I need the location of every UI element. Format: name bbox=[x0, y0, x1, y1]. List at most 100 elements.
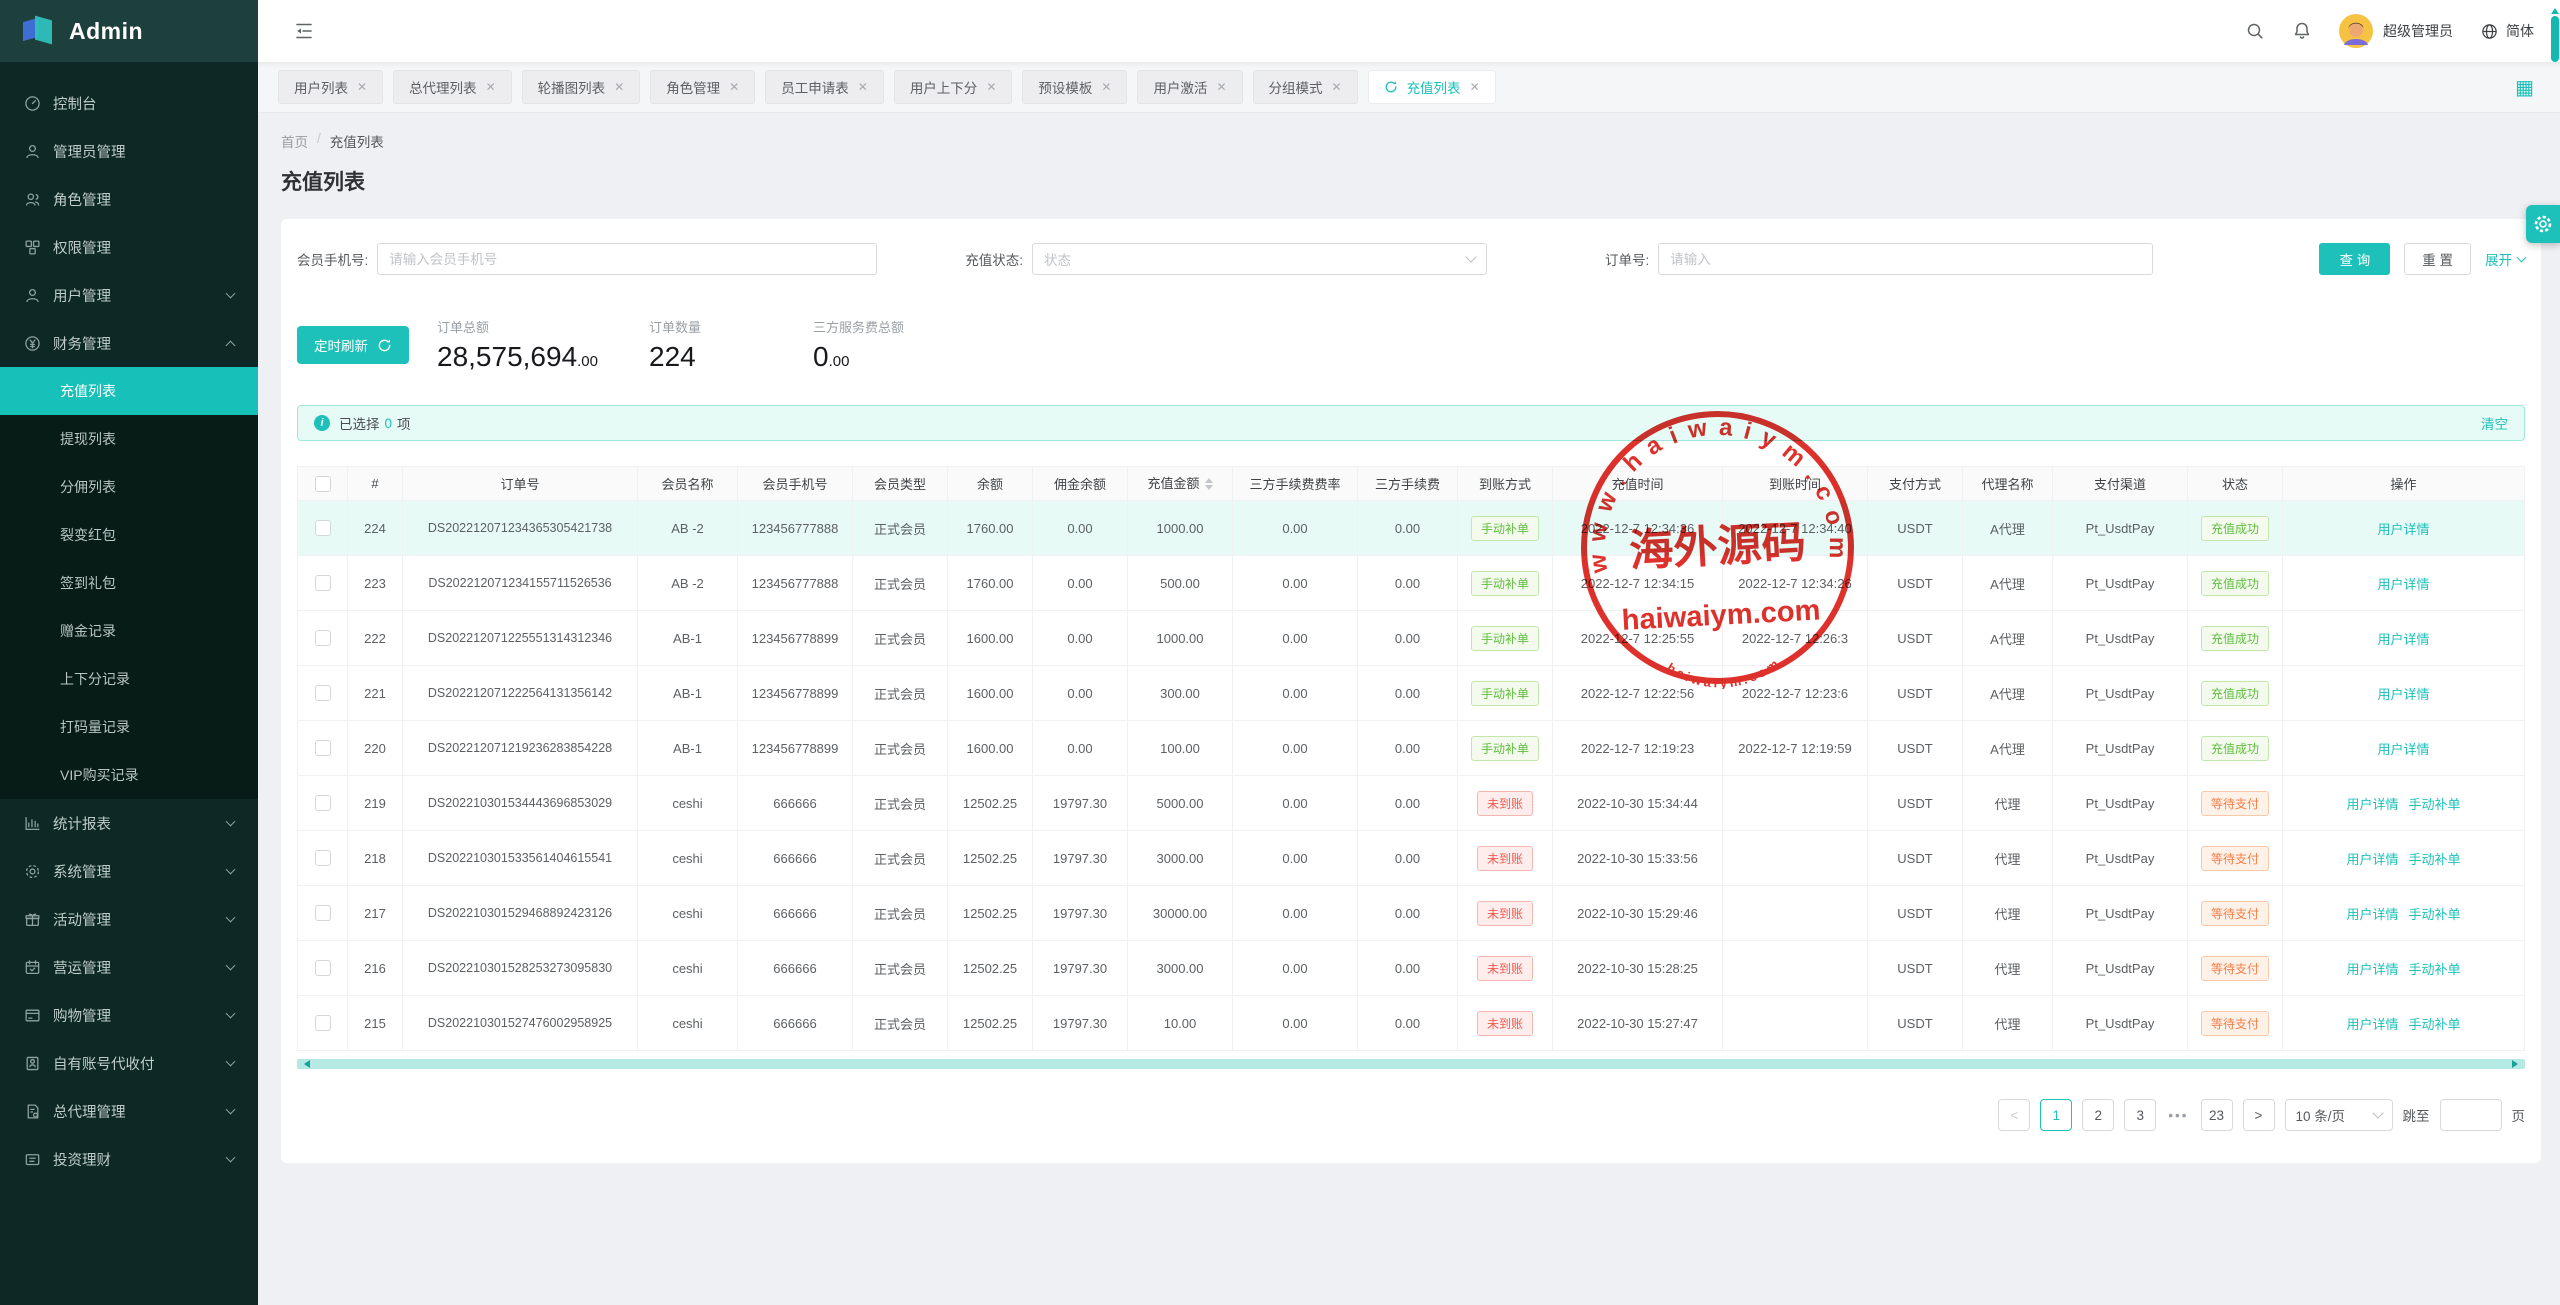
submenu-item[interactable]: 赠金记录 bbox=[0, 607, 258, 655]
row-checkbox[interactable] bbox=[315, 960, 331, 976]
tab-close-icon[interactable]: ✕ bbox=[1470, 80, 1480, 94]
sidebar-item-role-mgmt[interactable]: 角色管理 bbox=[0, 175, 258, 223]
jump-page-input[interactable] bbox=[2440, 1099, 2502, 1131]
select-all-checkbox[interactable] bbox=[315, 476, 331, 492]
tab-close-icon[interactable]: ✕ bbox=[1101, 80, 1111, 94]
language-switcher[interactable]: 简体 bbox=[2480, 21, 2534, 41]
expand-link[interactable]: 展开 bbox=[2485, 249, 2525, 269]
sidebar-item-activity-mgmt[interactable]: 活动管理 bbox=[0, 895, 258, 943]
sidebar-item-system-mgmt[interactable]: 系统管理 bbox=[0, 847, 258, 895]
tab[interactable]: 轮播图列表 ✕ bbox=[522, 70, 641, 104]
submenu-item[interactable]: 充值列表 bbox=[0, 367, 258, 415]
user-detail-link[interactable]: 用户详情 bbox=[2377, 522, 2429, 537]
page-3-button[interactable]: 3 bbox=[2124, 1099, 2156, 1131]
search-button[interactable]: 查 询 bbox=[2319, 243, 2390, 275]
submenu-item[interactable]: 签到礼包 bbox=[0, 559, 258, 607]
reset-button[interactable]: 重 置 bbox=[2404, 243, 2471, 275]
sidebar-item-investment[interactable]: 投资理财 bbox=[0, 1135, 258, 1183]
page-2-button[interactable]: 2 bbox=[2082, 1099, 2114, 1131]
submenu-item[interactable]: 裂变红包 bbox=[0, 511, 258, 559]
scroll-up-icon[interactable] bbox=[2551, 4, 2559, 14]
notifications-button[interactable] bbox=[2292, 21, 2312, 41]
submenu-item[interactable]: 上下分记录 bbox=[0, 655, 258, 703]
page-size-select[interactable]: 10 条/页 bbox=[2285, 1099, 2393, 1131]
user-menu[interactable]: 超级管理员 bbox=[2339, 14, 2453, 48]
theme-settings-button[interactable] bbox=[2526, 205, 2560, 243]
tab-close-icon[interactable]: ✕ bbox=[357, 80, 367, 94]
submenu-item[interactable]: VIP购买记录 bbox=[0, 751, 258, 799]
tab[interactable]: 分组模式 ✕ bbox=[1253, 70, 1358, 104]
manual-order-link[interactable]: 手动补单 bbox=[2409, 852, 2461, 867]
tab[interactable]: 用户激活 ✕ bbox=[1137, 70, 1242, 104]
user-detail-link[interactable]: 用户详情 bbox=[2346, 1017, 2398, 1032]
tab-close-icon[interactable]: ✕ bbox=[614, 80, 624, 94]
submenu-item[interactable]: 打码量记录 bbox=[0, 703, 258, 751]
tab-close-icon[interactable]: ✕ bbox=[486, 80, 496, 94]
row-checkbox[interactable] bbox=[315, 905, 331, 921]
clear-selection-link[interactable]: 清空 bbox=[2481, 413, 2508, 433]
sidebar-item-permission-mgmt[interactable]: 权限管理 bbox=[0, 223, 258, 271]
breadcrumb-home[interactable]: 首页 bbox=[281, 131, 308, 151]
app-logo[interactable]: Admin bbox=[0, 0, 258, 62]
tab[interactable]: 角色管理 ✕ bbox=[650, 70, 755, 104]
col-amount-sortable[interactable]: 充值金额 bbox=[1128, 467, 1233, 501]
scroll-right-icon[interactable] bbox=[2512, 1060, 2522, 1068]
manual-order-link[interactable]: 手动补单 bbox=[2409, 907, 2461, 922]
row-checkbox[interactable] bbox=[315, 630, 331, 646]
tab-close-icon[interactable]: ✕ bbox=[858, 80, 868, 94]
tab[interactable]: 预设模板 ✕ bbox=[1022, 70, 1127, 104]
sidebar-item-own-account[interactable]: 自有账号代收付 bbox=[0, 1039, 258, 1087]
tab[interactable]: 用户上下分 ✕ bbox=[894, 70, 1013, 104]
auto-refresh-button[interactable]: 定时刷新 bbox=[297, 326, 409, 364]
submenu-item[interactable]: 提现列表 bbox=[0, 415, 258, 463]
sidebar-item-finance-mgmt[interactable]: 财务管理 bbox=[0, 319, 258, 367]
user-detail-link[interactable]: 用户详情 bbox=[2377, 577, 2429, 592]
sidebar-item-operation-mgmt[interactable]: 营运管理 bbox=[0, 943, 258, 991]
tab[interactable]: 充值列表 ✕ bbox=[1368, 70, 1496, 104]
tab[interactable]: 总代理列表 ✕ bbox=[393, 70, 512, 104]
tab[interactable]: 用户列表 ✕ bbox=[278, 70, 383, 104]
vertical-scrollbar[interactable] bbox=[2550, 0, 2560, 64]
prev-page-button[interactable]: < bbox=[1998, 1099, 2030, 1131]
sidebar-collapse-button[interactable] bbox=[292, 19, 316, 43]
page-23-button[interactable]: 23 bbox=[2201, 1099, 2233, 1131]
manual-order-link[interactable]: 手动补单 bbox=[2409, 1017, 2461, 1032]
user-detail-link[interactable]: 用户详情 bbox=[2377, 687, 2429, 702]
sort-icon[interactable] bbox=[1205, 474, 1213, 494]
horizontal-scrollbar[interactable] bbox=[297, 1059, 2525, 1069]
search-button[interactable] bbox=[2245, 21, 2265, 41]
row-checkbox[interactable] bbox=[315, 575, 331, 591]
row-checkbox[interactable] bbox=[315, 795, 331, 811]
sidebar-item-admin-mgmt[interactable]: 管理员管理 bbox=[0, 127, 258, 175]
scrollbar-thumb[interactable] bbox=[2551, 16, 2559, 62]
submenu-item[interactable]: 分佣列表 bbox=[0, 463, 258, 511]
row-checkbox[interactable] bbox=[315, 520, 331, 536]
scroll-left-icon[interactable] bbox=[300, 1060, 310, 1068]
manual-order-link[interactable]: 手动补单 bbox=[2409, 797, 2461, 812]
tab-close-icon[interactable]: ✕ bbox=[1332, 80, 1342, 94]
user-detail-link[interactable]: 用户详情 bbox=[2346, 962, 2398, 977]
sidebar-item-console[interactable]: 控制台 bbox=[0, 79, 258, 127]
row-checkbox[interactable] bbox=[315, 740, 331, 756]
tab[interactable]: 员工申请表 ✕ bbox=[765, 70, 884, 104]
tab-close-icon[interactable]: ✕ bbox=[729, 80, 739, 94]
row-checkbox[interactable] bbox=[315, 1015, 331, 1031]
next-page-button[interactable]: > bbox=[2243, 1099, 2275, 1131]
manual-order-link[interactable]: 手动补单 bbox=[2409, 962, 2461, 977]
recharge-status-select[interactable]: 状态 bbox=[1032, 243, 1487, 275]
row-checkbox[interactable] bbox=[315, 850, 331, 866]
user-detail-link[interactable]: 用户详情 bbox=[2346, 907, 2398, 922]
tab-panel-icon[interactable]: ▦ bbox=[2515, 75, 2534, 100]
sidebar-item-shopping-mgmt[interactable]: 购物管理 bbox=[0, 991, 258, 1039]
row-checkbox[interactable] bbox=[315, 685, 331, 701]
tab-close-icon[interactable]: ✕ bbox=[986, 80, 996, 94]
sidebar-item-agent-mgmt[interactable]: 总代理管理 bbox=[0, 1087, 258, 1135]
order-no-input[interactable] bbox=[1658, 243, 2153, 275]
user-detail-link[interactable]: 用户详情 bbox=[2377, 742, 2429, 757]
member-phone-input[interactable] bbox=[377, 243, 877, 275]
user-detail-link[interactable]: 用户详情 bbox=[2346, 852, 2398, 867]
sidebar-item-stats-report[interactable]: 统计报表 bbox=[0, 799, 258, 847]
sidebar-item-user-mgmt[interactable]: 用户管理 bbox=[0, 271, 258, 319]
user-detail-link[interactable]: 用户详情 bbox=[2346, 797, 2398, 812]
user-detail-link[interactable]: 用户详情 bbox=[2377, 632, 2429, 647]
